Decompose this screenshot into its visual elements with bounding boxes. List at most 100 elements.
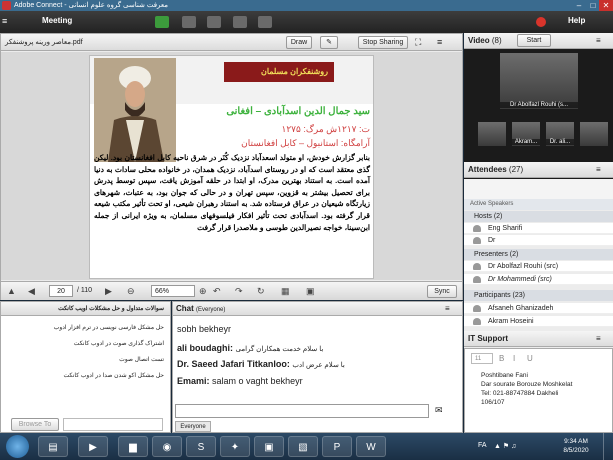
italic-icon[interactable]: I xyxy=(513,354,515,363)
annotation-icon[interactable]: ✎ xyxy=(320,36,338,49)
browse-to-button[interactable]: Browse To xyxy=(11,418,59,431)
presenters-group[interactable]: Presenters (2) xyxy=(464,249,613,260)
media-player-icon[interactable]: ▶ xyxy=(78,436,108,457)
video-tile[interactable] xyxy=(580,122,608,146)
window-title: Adobe Connect - معرفت شناسی گروه علوم ان… xyxy=(14,2,169,9)
video-menu-icon[interactable]: ≡ xyxy=(596,33,601,49)
chat-message: Dr. Saeed Jafari Titkanloo: با سلام عرض … xyxy=(177,359,345,369)
it-support-body: 11 B I U Poshtibane Fani Dar sourate Bor… xyxy=(464,348,613,433)
meeting-menu[interactable]: Meeting xyxy=(42,16,72,25)
adobe-connect-app-icon[interactable]: ▧ xyxy=(288,436,318,457)
webcam-icon[interactable] xyxy=(207,16,221,28)
browse-field[interactable] xyxy=(63,418,163,431)
next-page-icon[interactable]: ▶ xyxy=(105,286,112,297)
zoom-in-icon[interactable]: ⊕ xyxy=(199,286,207,297)
zoom-select[interactable]: 66% xyxy=(151,285,195,297)
send-icon[interactable]: ✉ xyxy=(435,405,443,416)
start-button[interactable] xyxy=(6,435,29,458)
minimize-icon[interactable]: – xyxy=(572,0,586,11)
faq-item[interactable]: تست اتصال صوت xyxy=(119,356,164,363)
it-support-header: IT Support ≡ xyxy=(464,331,613,347)
video-tile[interactable]: Akram... xyxy=(512,122,540,146)
participants-group[interactable]: Participants (23) xyxy=(464,290,613,301)
underline-icon[interactable]: U xyxy=(527,354,533,363)
user-icon xyxy=(473,318,481,325)
attendee-row[interactable]: Eng Sharifi xyxy=(464,223,613,234)
attendee-row[interactable]: Akram Hoseini xyxy=(464,316,613,327)
attendee-row[interactable]: Dr Abolfazl Rouhi (src) xyxy=(464,261,613,272)
attendees-count: (27) xyxy=(508,165,524,174)
attendees-menu-icon[interactable]: ≡ xyxy=(596,162,601,178)
window-titlebar: Adobe Connect - معرفت شناسی گروه علوم ان… xyxy=(0,0,613,11)
chat-menu-icon[interactable]: ≡ xyxy=(445,302,450,316)
attendee-row[interactable]: Dr Mohammedi (src) xyxy=(464,274,613,285)
video-tile[interactable]: Dr Abolfazl Rouhi (s... xyxy=(500,53,578,109)
toggle-thumbnails-icon[interactable]: ▲ xyxy=(7,286,16,296)
hosts-group[interactable]: Hosts (2) xyxy=(464,211,613,222)
chat-header: Chat (Everyone) ≡ xyxy=(173,302,462,316)
fullscreen-icon[interactable]: ⛶ xyxy=(415,37,421,48)
previous-page-icon[interactable]: ◀ xyxy=(28,286,35,297)
windows-taskbar: ▤ ▶ ▆ ◉ S ✦ ▣ ▧ P W FA ▲ ⚑ ♫ 9:34 AM 8/5… xyxy=(0,433,613,460)
help-menu[interactable]: Help xyxy=(568,16,585,25)
print-icon[interactable]: ▦ xyxy=(281,286,290,297)
chat-message: Emami: salam o vaght bekheyr xyxy=(177,376,303,386)
it-support-title: IT Support xyxy=(468,334,508,343)
faq-item[interactable]: اشتراک گذاری صوت در ادوب کانکت xyxy=(74,340,164,347)
it-support-menu-icon[interactable]: ≡ xyxy=(596,331,601,347)
tab-everyone[interactable]: Everyone xyxy=(175,421,211,432)
attendee-row[interactable]: Dr xyxy=(464,235,613,246)
page-number-input[interactable]: 20 xyxy=(49,285,73,297)
sync-button[interactable]: Sync xyxy=(427,285,457,298)
tray-icons[interactable]: ▲ ⚑ ♫ xyxy=(494,442,516,450)
maximize-icon[interactable]: □ xyxy=(586,0,600,11)
app-icon[interactable]: ▣ xyxy=(254,436,284,457)
video-pod-header: Video (8) Start ≡ xyxy=(464,33,613,49)
zoom-out-icon[interactable]: ⊖ xyxy=(127,286,135,297)
skype-icon[interactable]: S xyxy=(186,436,216,457)
chat-input[interactable] xyxy=(175,404,429,418)
show-desktop-button[interactable] xyxy=(603,433,613,460)
speaker-icon[interactable] xyxy=(155,16,169,28)
it-line: 106/107 xyxy=(481,399,505,406)
start-video-button[interactable]: Start xyxy=(517,34,551,47)
it-support-text: Poshtibane Fani Dar sourate Borouze Mosh… xyxy=(481,371,572,407)
slide-page: روشنفکران مسلمان سید جمال الدین اسدآبادی… xyxy=(89,55,374,279)
record-icon[interactable] xyxy=(536,17,546,27)
bold-icon[interactable]: B xyxy=(499,354,504,363)
app-icon[interactable]: ✦ xyxy=(220,436,250,457)
adobe-connect-icon xyxy=(2,1,11,10)
attendee-row[interactable]: Afsaneh Ghanizadeh xyxy=(464,303,613,314)
slide-title: سید جمال الدین اسدآبادی – افغانی xyxy=(226,106,370,117)
faq-item[interactable]: حل مشکل فارسی نویسی در ترم افزار ادوب xyxy=(54,324,164,331)
chat-title: Chat xyxy=(176,304,194,313)
video-tile[interactable]: Dr. ali... xyxy=(546,122,574,146)
stop-sharing-button[interactable]: Stop Sharing xyxy=(358,36,408,49)
close-icon[interactable]: ✕ xyxy=(599,0,613,11)
draw-button[interactable]: Draw xyxy=(286,36,312,49)
pod-menu-icon[interactable]: ≡ xyxy=(437,37,442,47)
chrome-icon[interactable]: ◉ xyxy=(152,436,182,457)
undo-icon[interactable]: ↶ xyxy=(213,286,221,297)
redo-icon[interactable]: ↷ xyxy=(235,286,243,297)
explorer-icon[interactable]: ▤ xyxy=(38,436,68,457)
powerpoint-icon[interactable]: P xyxy=(322,436,352,457)
share-screen-icon[interactable] xyxy=(258,16,272,28)
rotate-icon[interactable]: ↻ xyxy=(257,286,265,297)
menu-icon[interactable]: ≡ xyxy=(2,16,7,26)
raise-hand-icon[interactable] xyxy=(233,16,247,28)
video-count: (8) xyxy=(491,36,502,45)
video-tile[interactable] xyxy=(478,122,506,146)
folder-icon[interactable]: ▆ xyxy=(118,436,148,457)
pdf-icon[interactable]: ▣ xyxy=(306,286,315,297)
page-total: / 110 xyxy=(77,287,93,294)
faq-item[interactable]: حل مشکل اکو شدن صدا در ادوب کانکت xyxy=(64,372,164,379)
it-line: Poshtibane Fani xyxy=(481,372,528,379)
clock[interactable]: 9:34 AM 8/5/2020 xyxy=(556,437,596,455)
font-size-select[interactable]: 11 xyxy=(471,353,493,364)
language-indicator[interactable]: FA xyxy=(478,442,487,449)
share-pod: معاصر ورینه پروشنفکر.pdf Draw ✎ Stop Sha… xyxy=(0,33,463,300)
active-speakers: Active Speakers xyxy=(464,199,613,210)
microphone-icon[interactable] xyxy=(182,16,196,28)
word-icon[interactable]: W xyxy=(356,436,386,457)
